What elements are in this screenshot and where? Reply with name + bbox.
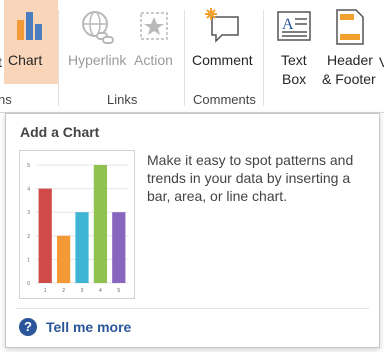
x-tick-label: 5	[117, 288, 120, 294]
chart-bar	[112, 212, 126, 283]
chart-bar	[93, 165, 108, 283]
comment-button[interactable]: Comment	[190, 0, 258, 84]
tell-me-more-label: Tell me more	[46, 319, 132, 335]
chart-preview-thumbnail: 0 1 2 3 4 5 1 2 3 4 5	[19, 150, 135, 299]
textbox-label-line1: Text	[281, 52, 307, 68]
tooltip-divider	[16, 308, 369, 309]
y-tick-label: 0	[27, 281, 30, 287]
action-button[interactable]: Action	[132, 0, 178, 84]
y-tick-label: 3	[27, 210, 30, 216]
help-icon: ?	[19, 318, 37, 336]
x-tick-label: 4	[99, 288, 102, 294]
hyperlink-button[interactable]: Hyperlink	[66, 0, 132, 84]
y-tick-label: 4	[27, 187, 30, 193]
chart-preview: 0 1 2 3 4 5 1 2 3 4 5	[27, 163, 128, 294]
action-label: Action	[134, 52, 173, 68]
group-label-truncated: ns	[0, 92, 12, 107]
group-label-comments: Comments	[193, 92, 256, 107]
header-footer-button[interactable]: Header & Footer	[320, 0, 384, 87]
action-icon	[140, 12, 168, 40]
comment-icon	[205, 8, 239, 43]
textbox-button[interactable]: A Text Box	[272, 0, 316, 87]
x-tick-label: 2	[62, 288, 65, 294]
svg-text:A: A	[282, 16, 294, 33]
y-tick-label: 5	[27, 163, 30, 169]
tooltip-title: Add a Chart	[20, 124, 100, 140]
chart-button-label: Chart	[8, 52, 43, 68]
comment-label: Comment	[192, 52, 253, 68]
textbox-label-line2: Box	[282, 71, 307, 87]
truncated-right-label: V	[379, 54, 384, 70]
y-tick-label: 1	[27, 257, 30, 263]
tell-me-more-link[interactable]: ? Tell me more	[19, 317, 131, 337]
insert-ribbon: t Chart Hyperlink Action	[0, 0, 384, 113]
group-label-links: Links	[107, 92, 138, 107]
chart-bar	[56, 235, 71, 283]
add-chart-tooltip: Add a Chart 0 1 2 3 4 5 1 2 3 4 5 Make it easy to …	[5, 113, 380, 348]
header-footer-icon	[336, 9, 364, 45]
header-footer-label-line1: Header	[327, 52, 373, 68]
header-footer-label-line2: & Footer	[322, 71, 376, 87]
chart-icon	[17, 12, 42, 40]
y-tick-label: 2	[27, 234, 30, 240]
x-tick-label: 3	[81, 288, 84, 294]
chart-button[interactable]: Chart	[4, 0, 58, 84]
hyperlink-label: Hyperlink	[68, 52, 127, 68]
chart-bar	[75, 212, 89, 283]
x-tick-label: 1	[44, 288, 47, 294]
hyperlink-icon	[82, 11, 114, 44]
textbox-icon: A	[277, 11, 311, 41]
chart-bar	[38, 188, 52, 283]
truncated-button-label: t	[0, 52, 2, 72]
tooltip-description: Make it easy to spot patterns and trends…	[147, 152, 354, 204]
